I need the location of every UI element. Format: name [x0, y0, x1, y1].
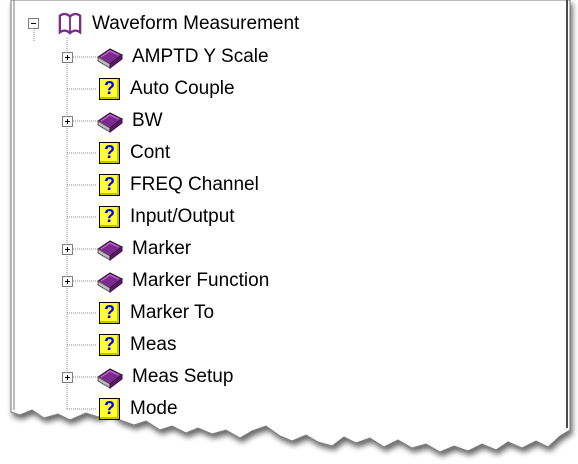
- tree-book-item[interactable]: Meas Setup: [96, 362, 233, 392]
- help-glyph: ?: [104, 398, 115, 418]
- help-glyph: ?: [104, 302, 115, 322]
- help-glyph: ?: [104, 174, 115, 194]
- tree-book-item[interactable]: Marker: [96, 234, 191, 264]
- tree-topic-item[interactable]: ? Auto Couple: [96, 74, 235, 104]
- tree-book-item[interactable]: BW: [96, 106, 163, 136]
- help-topic-icon: ?: [99, 78, 120, 100]
- expand-toggle[interactable]: [62, 116, 73, 127]
- tree-book-item[interactable]: AMPTD Y Scale: [96, 42, 269, 72]
- expand-toggle[interactable]: [62, 52, 73, 63]
- open-book-icon: [58, 12, 82, 35]
- help-topic-icon: ?: [99, 334, 120, 356]
- help-glyph: ?: [104, 78, 115, 98]
- tree-topic-item[interactable]: ? Mode: [96, 394, 178, 424]
- tree-item-label: Marker Function: [132, 270, 270, 291]
- tree-item-label: Cont: [130, 142, 171, 163]
- help-topic-icon: ?: [99, 142, 120, 164]
- tree-item-label: Mode: [130, 398, 178, 419]
- tree-item-label: Marker: [132, 238, 192, 259]
- collapse-toggle[interactable]: [28, 18, 39, 29]
- help-topic-icon: ?: [99, 174, 120, 196]
- tree-item-label: Meas: [130, 334, 177, 355]
- tree-item-label: Input/Output: [130, 206, 235, 227]
- help-glyph: ?: [104, 334, 115, 354]
- expand-toggle[interactable]: [62, 372, 73, 383]
- tree-topic-item[interactable]: ? FREQ Channel: [96, 170, 259, 200]
- book-icon: [97, 112, 123, 133]
- help-topic-icon: ?: [99, 398, 120, 420]
- tree-connector-lines: [33, 30, 96, 410]
- tree-topic-item[interactable]: ? Input/Output: [96, 202, 235, 232]
- tree-book-item[interactable]: Marker Function: [96, 266, 269, 296]
- expand-toggle[interactable]: [62, 244, 73, 255]
- tree-item-label: AMPTD Y Scale: [132, 46, 269, 67]
- help-glyph: ?: [104, 142, 115, 162]
- tree-item-label: Meas Setup: [132, 366, 234, 387]
- tree-topic-item[interactable]: ? Meas: [96, 330, 176, 360]
- tree-item-label: Auto Couple: [130, 78, 235, 99]
- tree-topic-item[interactable]: ? Cont: [96, 138, 170, 168]
- book-icon: [97, 240, 123, 261]
- tree-item-label: Marker To: [130, 302, 215, 323]
- help-topic-icon: ?: [99, 206, 120, 228]
- tree-item-label: BW: [132, 110, 163, 131]
- tree-topic-item[interactable]: ? Marker To: [96, 298, 214, 328]
- help-glyph: ?: [104, 206, 115, 226]
- help-contents-panel: Waveform Measurement AMPTD Y Scale? Auto …: [0, 0, 578, 464]
- tree-root-label: Waveform Measurement: [92, 13, 300, 34]
- help-topic-icon: ?: [99, 302, 120, 324]
- book-icon: [97, 272, 123, 293]
- tree-item-label: FREQ Channel: [130, 174, 259, 195]
- book-icon: [97, 368, 123, 389]
- tree-root-node[interactable]: Waveform Measurement: [56, 9, 299, 39]
- book-icon: [97, 48, 123, 69]
- expand-toggle[interactable]: [62, 276, 73, 287]
